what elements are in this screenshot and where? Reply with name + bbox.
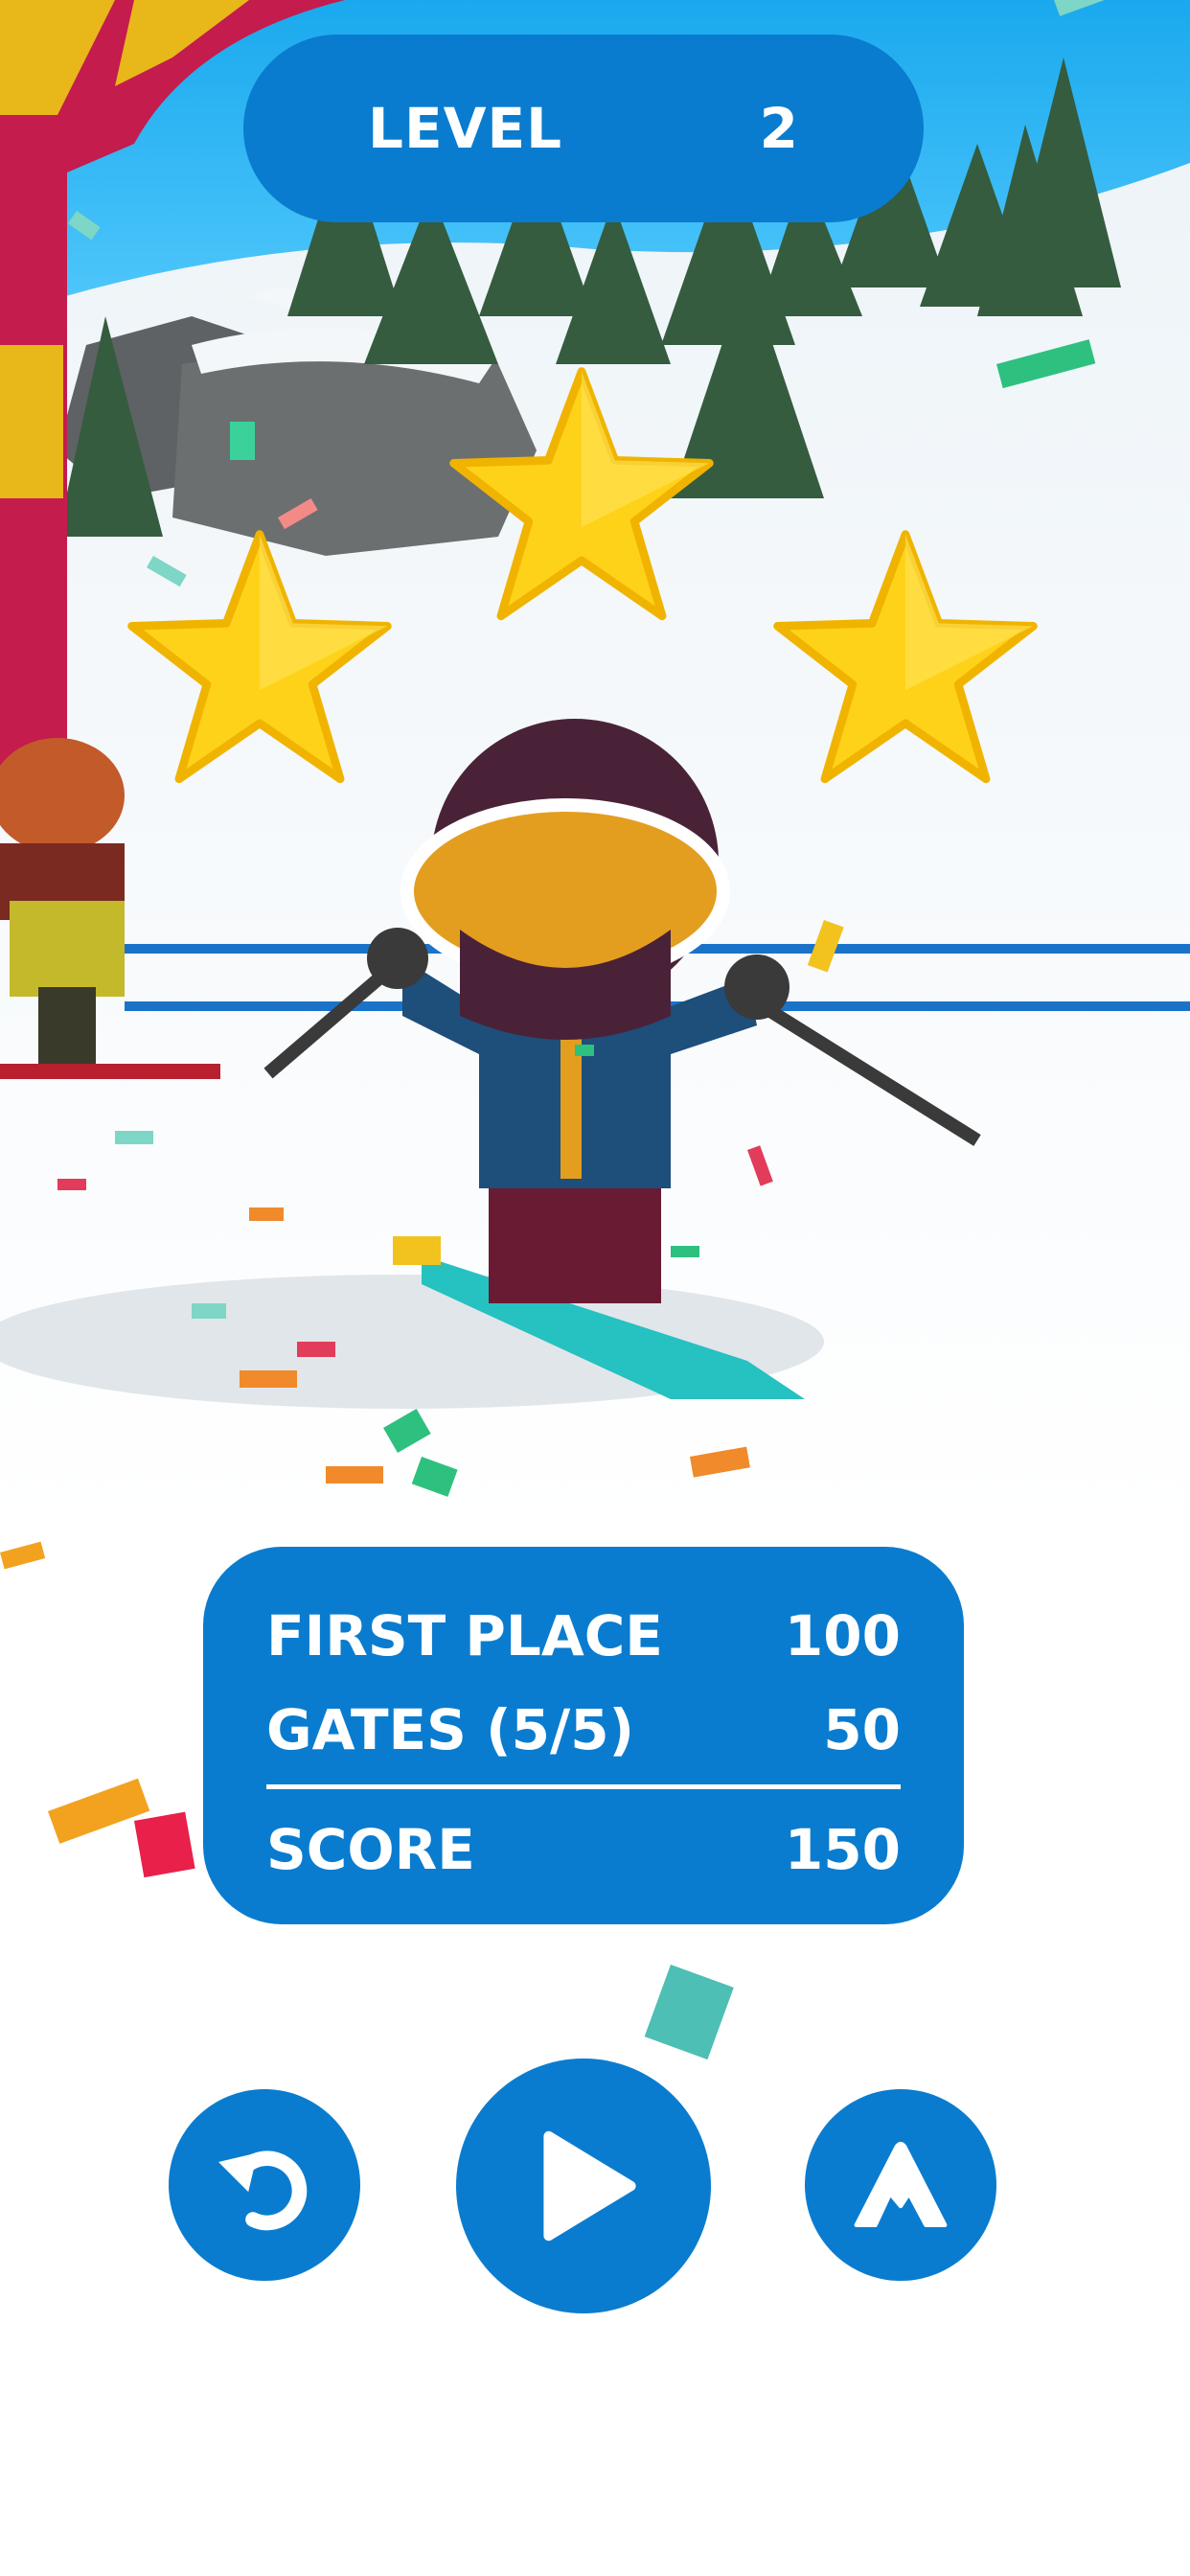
mountain-icon [854,2141,948,2227]
restart-icon [218,2150,308,2231]
play-button[interactable] [456,2058,711,2313]
level-label: LEVEL [368,96,563,161]
score-row-first-place: FIRST PLACE 100 [266,1589,901,1683]
score-row-label: GATES (5/5) [266,1697,635,1762]
divider [266,1784,901,1789]
level-number: 2 [759,96,799,161]
level-indicator: LEVEL 2 [243,34,924,222]
star-icon [773,530,1038,784]
star-icon [449,367,714,621]
score-total-value: 150 [784,1817,901,1882]
score-total-row: SCORE 150 [266,1803,901,1897]
score-panel: FIRST PLACE 100 GATES (5/5) 50 SCORE 150 [203,1547,964,1924]
score-total-label: SCORE [266,1817,475,1882]
score-row-value: 100 [784,1603,901,1668]
score-row-value: 50 [823,1697,901,1762]
star-icon [127,530,392,784]
score-row-gates: GATES (5/5) 50 [266,1683,901,1777]
restart-button[interactable] [169,2089,360,2281]
skin-button[interactable] [805,2089,996,2281]
score-row-label: FIRST PLACE [266,1603,663,1668]
play-icon [543,2130,636,2242]
